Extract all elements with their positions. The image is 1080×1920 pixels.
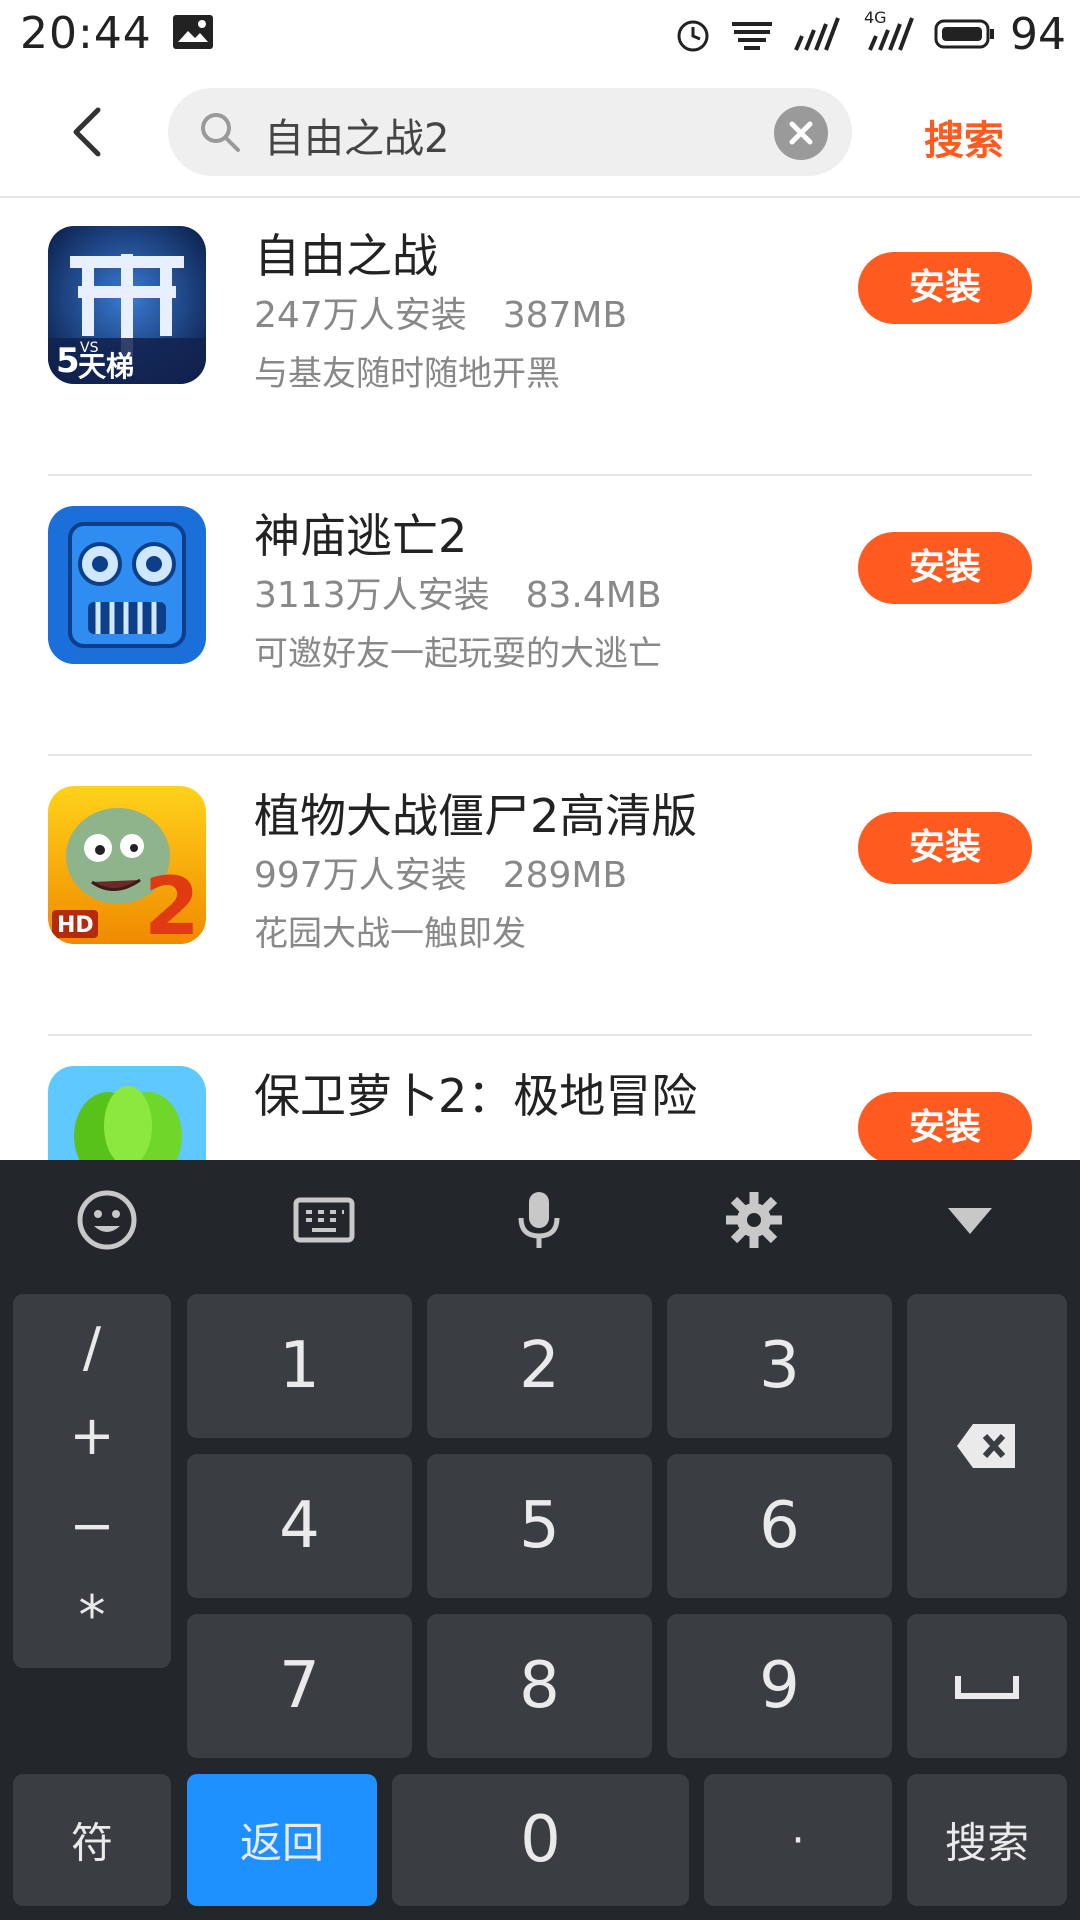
mic-icon[interactable] — [507, 1188, 571, 1252]
app-size: 289MB — [502, 855, 628, 896]
install-count: 3113万人安装 — [254, 575, 490, 616]
install-count: 247万人安装 — [254, 295, 467, 336]
svg-text:2: 2 — [144, 860, 200, 944]
app-size: 387MB — [502, 295, 628, 336]
app-name: 保卫萝卜2：极地冒险 — [254, 1069, 698, 1123]
svg-text:5: 5 — [56, 341, 80, 381]
space-key[interactable] — [907, 1614, 1067, 1758]
signal-icon-1 — [794, 17, 840, 51]
keyboard-search-key[interactable]: 搜索 — [907, 1774, 1067, 1906]
app-size: 83.4MB — [525, 575, 662, 616]
app-meta: 247万人安装 387MB — [254, 286, 627, 338]
app-description: 花园大战一触即发 — [254, 914, 526, 954]
search-button[interactable]: 搜索 — [924, 108, 1004, 166]
symbol-switch-key[interactable]: 符 — [13, 1774, 171, 1906]
keyboard-toolbar — [0, 1160, 1080, 1280]
key-0[interactable]: 0 — [392, 1774, 689, 1906]
symbol-column: / + − * — [13, 1294, 171, 1668]
back-arrow-icon[interactable] — [60, 102, 120, 162]
pvz-icon[interactable]: 2 HD — [48, 786, 206, 944]
install-button[interactable]: 安装 — [858, 252, 1032, 324]
key-9[interactable]: 9 — [667, 1614, 892, 1758]
status-time: 20:44 — [20, 8, 152, 59]
plus-key[interactable]: + — [13, 1404, 171, 1467]
app-name: 自由之战 — [254, 229, 438, 283]
list-item[interactable]: 神庙逃亡2 3113万人安装 83.4MB 可邀好友一起玩耍的大逃亡 安装 — [0, 476, 1080, 756]
app-description: 可邀好友一起玩耍的大逃亡 — [254, 634, 662, 674]
battery-level: 94 — [1010, 8, 1066, 60]
collapse-keyboard-icon[interactable] — [938, 1188, 1002, 1252]
key-2[interactable]: 2 — [427, 1294, 652, 1438]
numeric-keyboard: / + − * 1 2 3 4 5 6 7 8 9 符 返回 0 · 搜索 — [0, 1160, 1080, 1920]
app-meta: 3113万人安装 83.4MB — [254, 566, 662, 618]
app-meta: 997万人安装 289MB — [254, 846, 627, 898]
signal-icon-4g: 4G — [860, 8, 920, 54]
key-5[interactable]: 5 — [427, 1454, 652, 1598]
clear-icon[interactable] — [774, 106, 828, 160]
install-button[interactable]: 安装 — [858, 1092, 1032, 1164]
key-6[interactable]: 6 — [667, 1454, 892, 1598]
list-item[interactable]: 5 VS 天梯 自由之战 247万人安装 387MB 与基友随时随地开黑 安装 — [0, 196, 1080, 476]
backspace-key[interactable] — [907, 1294, 1067, 1598]
svg-text:天梯: 天梯 — [78, 350, 134, 383]
search-query: 自由之战2 — [264, 116, 450, 162]
keyboard-icon[interactable] — [292, 1188, 356, 1252]
return-key[interactable]: 返回 — [187, 1774, 377, 1906]
minus-key[interactable]: − — [13, 1494, 171, 1557]
battery-icon — [934, 19, 994, 49]
free-war-icon[interactable]: 5 VS 天梯 — [48, 226, 206, 384]
app-name: 植物大战僵尸2高清版 — [254, 789, 698, 843]
key-4[interactable]: 4 — [187, 1454, 412, 1598]
slash-key[interactable]: / — [13, 1316, 171, 1379]
search-input[interactable]: 自由之战2 — [168, 88, 852, 176]
dot-key[interactable]: · — [704, 1774, 892, 1906]
app-name: 神庙逃亡2 — [254, 509, 468, 563]
install-count: 997万人安装 — [254, 855, 467, 896]
backspace-icon — [957, 1424, 1015, 1468]
key-8[interactable]: 8 — [427, 1614, 652, 1758]
asterisk-key[interactable]: * — [13, 1584, 171, 1647]
app-description: 与基友随时随地开黑 — [254, 354, 560, 394]
status-bar: 20:44 4G 94 — [0, 0, 1080, 68]
key-7[interactable]: 7 — [187, 1614, 412, 1758]
svg-text:HD: HD — [57, 913, 94, 938]
install-button[interactable]: 安装 — [858, 812, 1032, 884]
settings-icon[interactable] — [722, 1188, 786, 1252]
alarm-icon — [677, 20, 709, 52]
wifi-icon — [732, 22, 772, 50]
install-button[interactable]: 安装 — [858, 532, 1032, 604]
search-header: 自由之战2 搜索 — [0, 68, 1080, 198]
search-icon — [201, 113, 240, 152]
emoji-icon[interactable] — [75, 1188, 139, 1252]
list-item[interactable]: 2 HD 植物大战僵尸2高清版 997万人安装 289MB 花园大战一触即发 安装 — [0, 756, 1080, 1036]
temple-run-icon[interactable] — [48, 506, 206, 664]
key-1[interactable]: 1 — [187, 1294, 412, 1438]
space-icon — [955, 1676, 1019, 1699]
key-3[interactable]: 3 — [667, 1294, 892, 1438]
image-notification-icon — [173, 15, 213, 49]
